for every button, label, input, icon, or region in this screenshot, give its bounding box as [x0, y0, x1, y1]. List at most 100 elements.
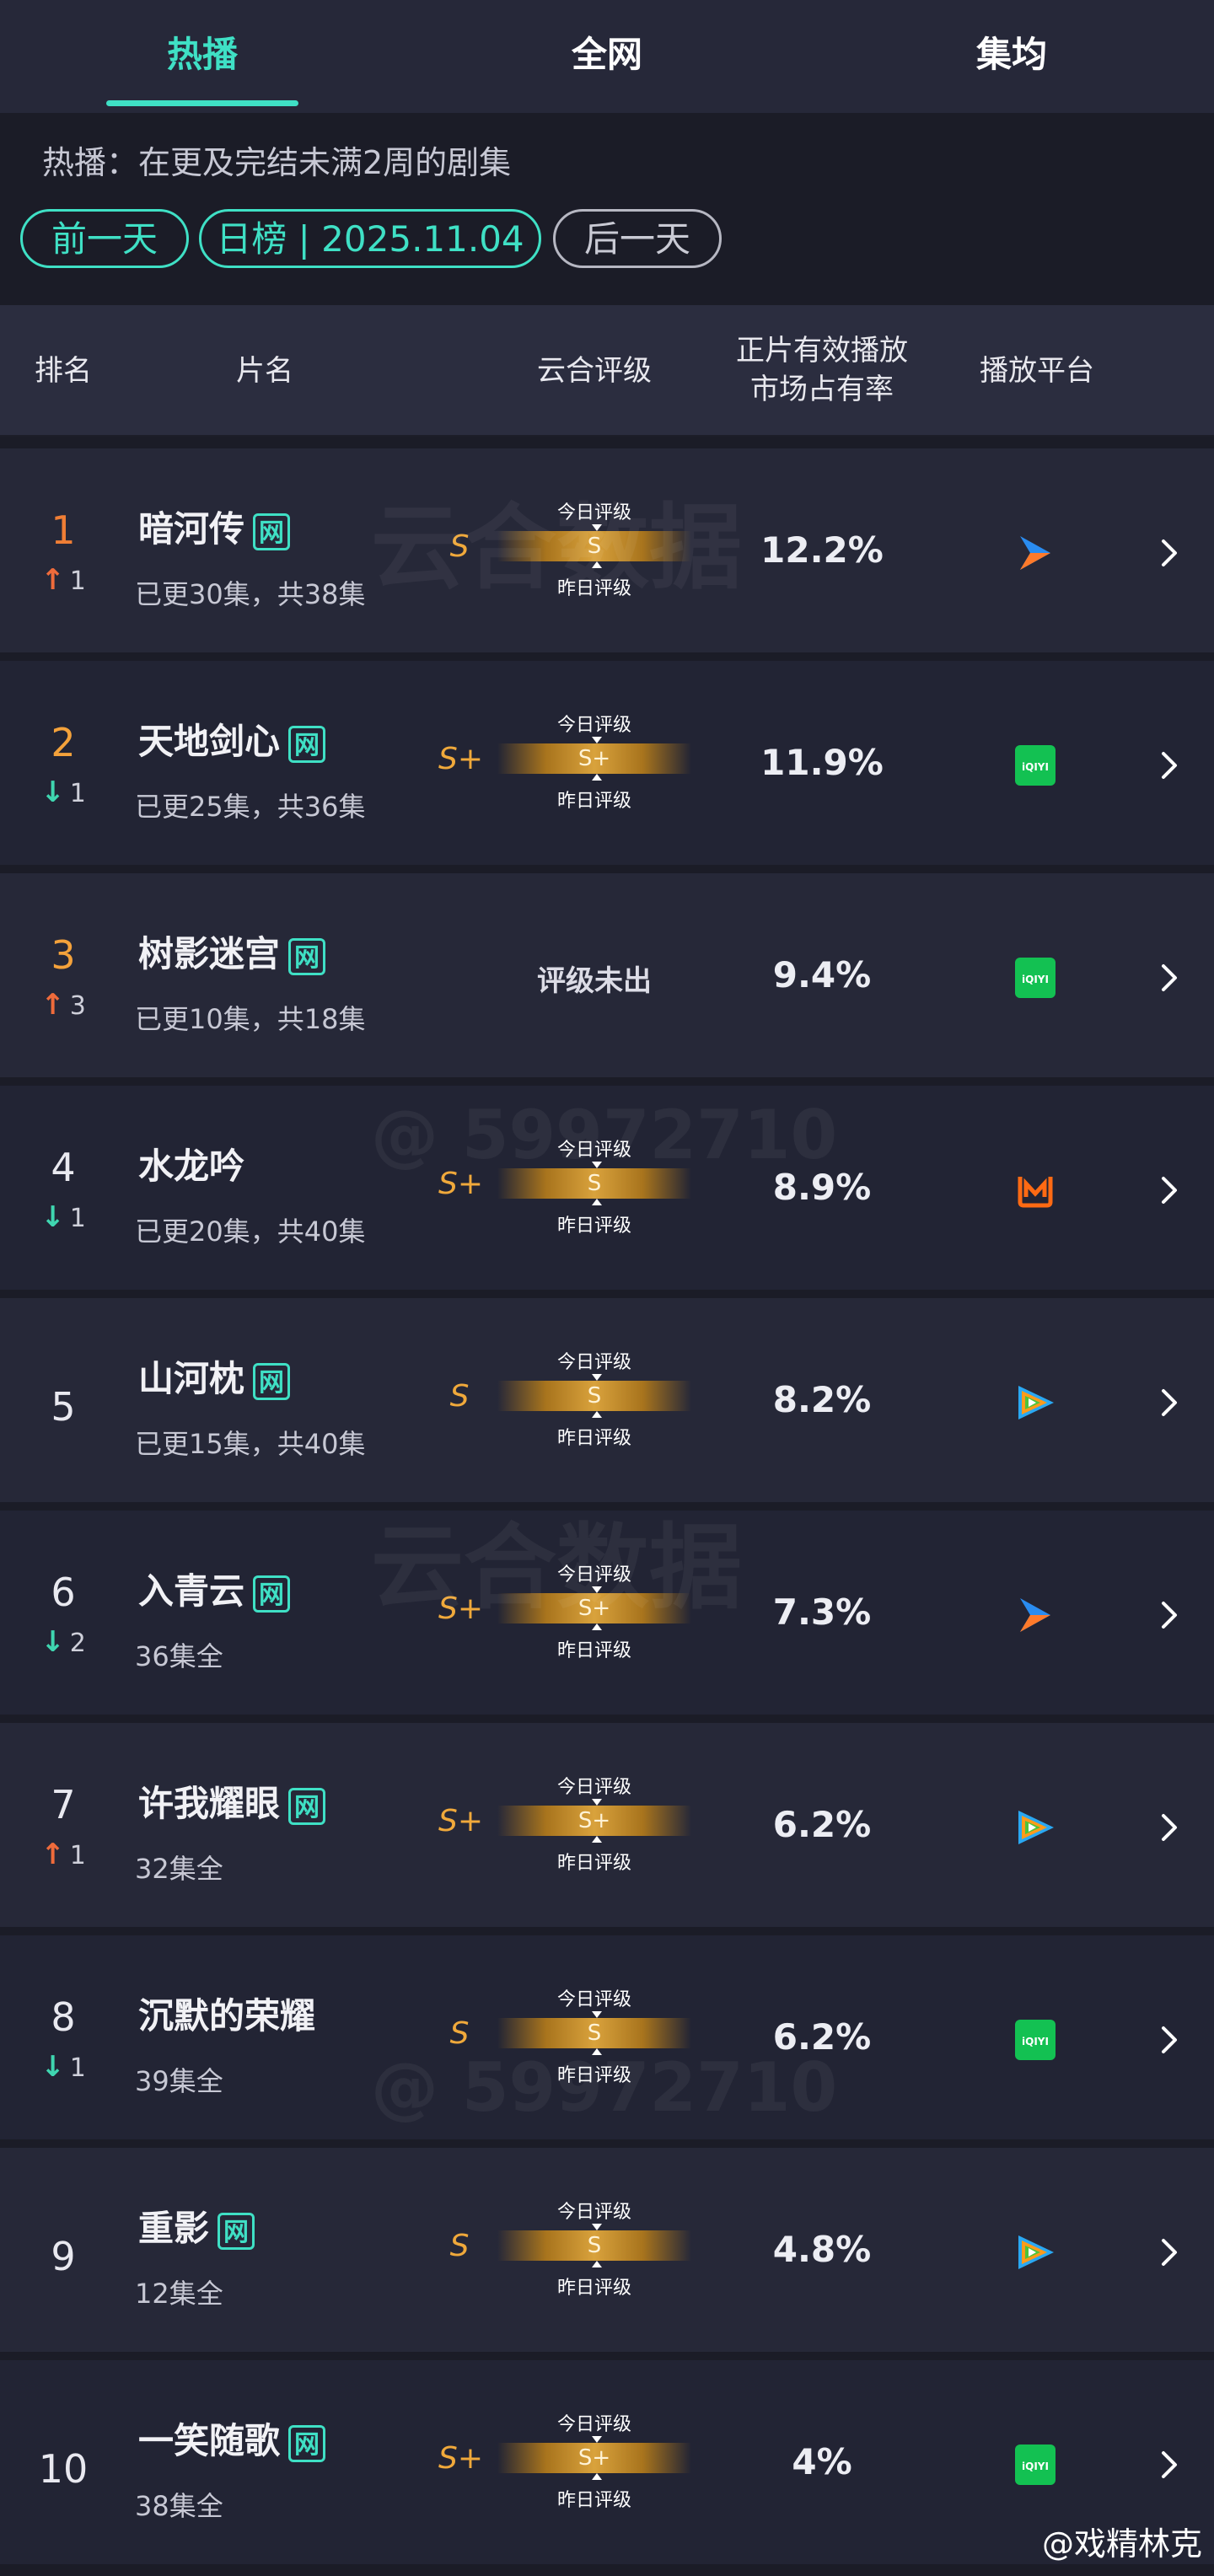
- show-title-text: 暗河传: [138, 508, 245, 550]
- chevron-right-icon[interactable]: [1157, 958, 1182, 998]
- rating-bar: S+: [497, 1593, 691, 1623]
- yesterday-rating-label: 昨日评级: [556, 1216, 631, 1237]
- yesterday-rating-label: 昨日评级: [556, 1853, 631, 1874]
- rank-change: ↑ 1: [0, 563, 126, 597]
- iqiyi-icon: iQIYI: [1015, 2445, 1056, 2485]
- rating-bar-group: 今日评级 S 昨日评级: [497, 1135, 691, 1237]
- network-drama-badge: 网: [288, 725, 326, 763]
- yesterday-marker-icon: [592, 2048, 602, 2055]
- rank-number: 7: [51, 1782, 76, 1827]
- table-row[interactable]: 3 ↑ 3 树影迷宫网已更10集，共18集 评级未出 9.4% iQIYI: [0, 873, 1214, 1077]
- mgtv-icon: [1015, 1170, 1056, 1210]
- today-marker-icon: [592, 2436, 602, 2443]
- tab-all-network[interactable]: 全网: [481, 0, 733, 113]
- market-share: 8.2%: [772, 1379, 872, 1420]
- top-tab-bar: 热播 全网 集均: [0, 0, 1214, 113]
- show-title[interactable]: 一笑随歌网: [138, 2412, 326, 2464]
- table-row[interactable]: 7 ↑ 1 许我耀眼网 32集全 S+ 今日评级 S+ 昨日评级 6.2%: [0, 1723, 1214, 1927]
- table-row[interactable]: 8 ↓ 1 沉默的荣耀 39集全 S 今日评级 S 昨日评级 6.2% iQIYI: [0, 1935, 1214, 2139]
- chevron-right-icon[interactable]: [1157, 1382, 1182, 1423]
- table-row[interactable]: 10 一笑随歌网 38集全 S+ 今日评级 S+ 昨日评级 4% iQIYI: [0, 2360, 1214, 2564]
- list-description: 热播：在更及完结未满2周的剧集: [42, 144, 512, 181]
- episode-status: 38集全: [135, 2490, 223, 2522]
- rank-change: ↓ 1: [0, 775, 126, 809]
- rating-grade: S+: [438, 1804, 484, 1838]
- market-share: 6.2%: [772, 2016, 872, 2058]
- episode-status: 36集全: [135, 1640, 223, 1672]
- tab-hot[interactable]: 热播: [76, 0, 329, 113]
- chevron-right-icon[interactable]: [1157, 1595, 1182, 1635]
- show-title[interactable]: 天地剑心网: [138, 713, 326, 765]
- rank-number: 2: [51, 720, 76, 765]
- rating-bar-group: 今日评级 S+ 昨日评级: [497, 1559, 691, 1661]
- tencent-video-icon: [1015, 1807, 1056, 1848]
- episode-status: 已更20集，共40集: [135, 1216, 366, 1248]
- current-date-button[interactable]: 日榜 | 2025.11.04: [199, 209, 541, 268]
- rank-number: 6: [51, 1570, 76, 1615]
- rank-change: ↓ 1: [0, 2050, 126, 2084]
- rating-bar-group: 今日评级 S+ 昨日评级: [497, 710, 691, 812]
- market-share: 7.3%: [772, 1591, 872, 1633]
- tab-episode-average[interactable]: 集均: [885, 0, 1138, 113]
- header-title: 片名: [236, 354, 293, 388]
- rank-change: ↑ 1: [0, 1838, 126, 1871]
- chevron-right-icon[interactable]: [1157, 1807, 1182, 1848]
- show-title[interactable]: 入青云网: [138, 1563, 291, 1614]
- table-row[interactable]: 5 山河枕网已更15集，共40集 S 今日评级 S 昨日评级 8.2%: [0, 1298, 1214, 1502]
- iqiyi-icon: iQIYI: [1015, 745, 1056, 786]
- chevron-right-icon[interactable]: [1157, 2020, 1182, 2060]
- show-title[interactable]: 重影网: [138, 2200, 255, 2251]
- market-share: 4.8%: [772, 2229, 872, 2270]
- chevron-right-icon[interactable]: [1157, 745, 1182, 786]
- episode-status: 12集全: [135, 2278, 223, 2310]
- rating-grade: S+: [438, 1167, 484, 1201]
- show-title[interactable]: 暗河传网: [138, 501, 291, 552]
- episode-status: 已更10集，共18集: [135, 1003, 366, 1035]
- episode-status: 已更15集，共40集: [135, 1428, 366, 1460]
- yesterday-marker-icon: [592, 561, 602, 568]
- chevron-right-icon[interactable]: [1157, 2232, 1182, 2273]
- youku-icon: [1015, 533, 1056, 573]
- chevron-right-icon[interactable]: [1157, 533, 1182, 573]
- network-drama-badge: 网: [218, 2212, 255, 2250]
- table-row[interactable]: 6 ↓ 2 入青云网 36集全 S+ 今日评级 S+ 昨日评级 7.3%: [0, 1511, 1214, 1715]
- rank-change: ↓ 2: [0, 1625, 126, 1659]
- show-title[interactable]: 山河枕网: [138, 1350, 291, 1402]
- today-marker-icon: [592, 1162, 602, 1168]
- today-rating-label: 今日评级: [556, 1777, 631, 1798]
- show-title[interactable]: 许我耀眼网: [138, 1775, 326, 1827]
- table-row[interactable]: 9 重影网 12集全 S 今日评级 S 昨日评级 4.8%: [0, 2148, 1214, 2352]
- chevron-right-icon[interactable]: [1157, 2445, 1182, 2485]
- rating-bar: S: [497, 1381, 691, 1411]
- table-row[interactable]: 2 ↓ 1 天地剑心网已更25集，共36集 S+ 今日评级 S+ 昨日评级 11.9% iQIYI: [0, 661, 1214, 865]
- rank-change-value: 1: [69, 779, 86, 808]
- show-title[interactable]: 水龙吟: [138, 1138, 244, 1189]
- rating-bar: S: [497, 2230, 691, 2261]
- rank-number: 9: [51, 2234, 76, 2279]
- next-day-button[interactable]: 后一天: [553, 209, 722, 268]
- today-rating-label: 今日评级: [556, 502, 631, 523]
- rank-number: 5: [51, 1384, 76, 1430]
- today-rating-label: 今日评级: [556, 1140, 631, 1161]
- market-share: 12.2%: [760, 529, 884, 571]
- show-title-text: 一笑随歌: [138, 2420, 281, 2461]
- rating-grade: S+: [438, 2441, 484, 2476]
- rating-grade: S: [449, 2229, 470, 2263]
- rating-grade: S: [449, 2016, 470, 2051]
- today-rating-label: 今日评级: [556, 1564, 631, 1586]
- episode-status: 已更30集，共38集: [135, 578, 366, 610]
- weibo-author-watermark: @戏精林克: [1041, 2525, 1202, 2563]
- rating-bar-group: 今日评级 S+ 昨日评级: [497, 1772, 691, 1874]
- yesterday-marker-icon: [592, 774, 602, 781]
- table-row[interactable]: 1 ↑ 1 暗河传网已更30集，共38集 S 今日评级 S 昨日评级 12.2%: [0, 448, 1214, 652]
- episode-status: 39集全: [135, 2065, 223, 2097]
- rank-change-value: 1: [69, 2053, 86, 2083]
- table-row[interactable]: 4 ↓ 1 水龙吟 已更20集，共40集 S+ 今日评级 S 昨日评级 8.9%: [0, 1086, 1214, 1290]
- chevron-right-icon[interactable]: [1157, 1170, 1182, 1210]
- yesterday-marker-icon: [592, 1411, 602, 1418]
- prev-day-button[interactable]: 前一天: [20, 209, 189, 268]
- show-title[interactable]: 沉默的荣耀: [138, 1988, 315, 2039]
- arrow-up-icon: ↑: [40, 563, 65, 597]
- show-title[interactable]: 树影迷宫网: [138, 926, 326, 977]
- show-title-text: 山河枕: [138, 1358, 245, 1399]
